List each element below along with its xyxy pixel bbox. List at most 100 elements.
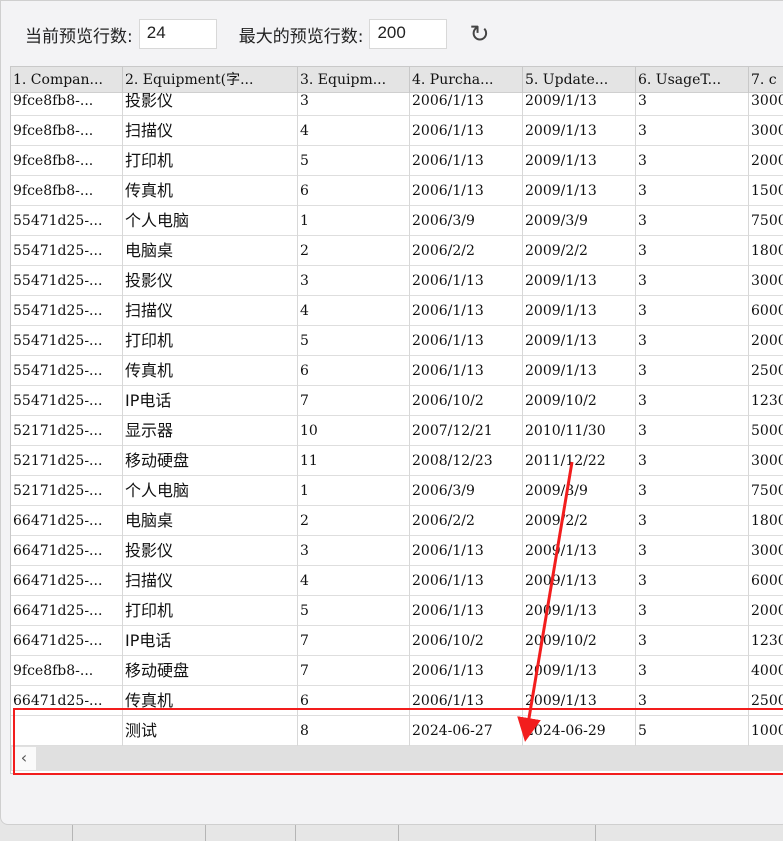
table-cell[interactable]: 2009/1/13 (523, 266, 636, 296)
table-row[interactable]: 9fce8fb8-...传真机62006/1/132009/1/1331500 (11, 176, 783, 206)
table-cell[interactable]: 5 (298, 596, 410, 626)
table-cell[interactable]: 电脑桌 (123, 236, 298, 266)
table-cell[interactable]: 9fce8fb8-... (11, 146, 123, 176)
table-cell[interactable]: 10 (298, 416, 410, 446)
table-cell[interactable]: 2006/1/13 (410, 566, 523, 596)
table-cell[interactable]: 52171d25-... (11, 476, 123, 506)
max-rows-input[interactable]: 200 (369, 19, 448, 49)
column-header[interactable]: 7. c (749, 67, 783, 93)
table-cell[interactable]: 55471d25-... (11, 356, 123, 386)
table-cell[interactable]: 2009/2/2 (523, 236, 636, 266)
table-cell[interactable]: 2006/1/13 (410, 356, 523, 386)
table-cell[interactable]: 投影仪 (123, 93, 298, 116)
table-cell[interactable]: 3 (636, 296, 749, 326)
table-cell[interactable]: 3000 (749, 266, 783, 296)
table-cell[interactable]: 3 (636, 116, 749, 146)
table-cell[interactable]: 9fce8fb8-... (11, 656, 123, 686)
table-cell[interactable]: 个人电脑 (123, 476, 298, 506)
table-row[interactable]: 9fce8fb8-...投影仪32006/1/132009/1/1333000 (11, 93, 783, 116)
table-cell[interactable]: 2006/1/13 (410, 146, 523, 176)
table-cell[interactable]: 2006/1/13 (410, 596, 523, 626)
table-cell[interactable]: 2009/1/13 (523, 536, 636, 566)
table-cell[interactable]: 3 (636, 596, 749, 626)
table-cell[interactable]: 2009/1/13 (523, 566, 636, 596)
table-cell[interactable]: 66471d25-... (11, 566, 123, 596)
table-cell[interactable]: 2009/1/13 (523, 356, 636, 386)
table-cell[interactable]: 1800 (749, 506, 783, 536)
column-header[interactable]: 3. Equipm... (298, 67, 410, 93)
table-cell[interactable]: 55471d25-... (11, 206, 123, 236)
table-cell[interactable]: 2 (298, 506, 410, 536)
table-cell[interactable]: 3 (636, 626, 749, 656)
table-cell[interactable]: 9fce8fb8-... (11, 176, 123, 206)
table-row[interactable]: 52171d25-...个人电脑12006/3/92009/3/937500 (11, 476, 783, 506)
table-cell[interactable]: 3000 (749, 93, 783, 116)
table-cell[interactable]: 3 (636, 506, 749, 536)
column-header[interactable]: 2. Equipment(字... (123, 67, 298, 93)
table-cell[interactable]: 2009/3/9 (523, 476, 636, 506)
table-cell[interactable]: 7 (298, 656, 410, 686)
table-cell[interactable]: 打印机 (123, 326, 298, 356)
table-cell[interactable]: 2009/3/9 (523, 206, 636, 236)
table-cell[interactable]: 1500 (749, 176, 783, 206)
table-cell[interactable]: 3 (636, 356, 749, 386)
table-cell[interactable]: 扫描仪 (123, 116, 298, 146)
table-cell[interactable]: 打印机 (123, 596, 298, 626)
table-cell[interactable]: 传真机 (123, 176, 298, 206)
table-cell[interactable]: 3 (636, 146, 749, 176)
table-cell[interactable]: 3 (636, 416, 749, 446)
table-cell[interactable]: 2009/10/2 (523, 626, 636, 656)
table-cell[interactable]: 2006/1/13 (410, 326, 523, 356)
table-cell[interactable]: 移动硬盘 (123, 446, 298, 476)
table-cell[interactable]: 显示器 (123, 416, 298, 446)
table-cell[interactable]: 66471d25-... (11, 626, 123, 656)
table-cell[interactable]: 个人电脑 (123, 206, 298, 236)
table-cell[interactable]: 3 (298, 93, 410, 116)
table-cell[interactable]: 52171d25-... (11, 446, 123, 476)
table-cell[interactable]: 2006/2/2 (410, 506, 523, 536)
table-cell[interactable]: 2006/1/13 (410, 93, 523, 116)
table-row[interactable]: 55471d25-...打印机52006/1/132009/1/1332000 (11, 326, 783, 356)
table-cell[interactable]: 投影仪 (123, 536, 298, 566)
table-cell[interactable]: 2000 (749, 146, 783, 176)
table-cell[interactable]: 2009/1/13 (523, 176, 636, 206)
table-cell[interactable]: 2006/1/13 (410, 176, 523, 206)
table-cell[interactable]: 55471d25-... (11, 326, 123, 356)
table-cell[interactable]: 2009/2/2 (523, 506, 636, 536)
table-cell[interactable]: 投影仪 (123, 266, 298, 296)
table-row[interactable]: 66471d25-...电脑桌22006/2/22009/2/231800 (11, 506, 783, 536)
table-cell[interactable]: 电脑桌 (123, 506, 298, 536)
table-cell[interactable]: 66471d25-... (11, 506, 123, 536)
table-cell[interactable]: 5000 (749, 416, 783, 446)
table-cell[interactable]: 2006/1/13 (410, 296, 523, 326)
table-cell[interactable]: 2009/1/13 (523, 116, 636, 146)
table-cell[interactable]: 11 (298, 446, 410, 476)
table-cell[interactable]: 7500 (749, 206, 783, 236)
table-row[interactable]: 52171d25-... 移动硬盘 11 2008/12/23 2011/12/22 3 3… (11, 446, 783, 476)
table-row[interactable]: 9fce8fb8-...移动硬盘72006/1/132009/1/1334000 (11, 656, 783, 686)
table-cell[interactable]: 移动硬盘 (123, 656, 298, 686)
table-cell[interactable]: 55471d25-... (11, 266, 123, 296)
table-row[interactable]: 55471d25-...IP电话72006/10/22009/10/231230 (11, 386, 783, 416)
table-cell[interactable]: 4000 (749, 656, 783, 686)
table-cell[interactable]: 2008/12/23 (410, 446, 523, 476)
table-cell[interactable]: 3 (636, 476, 749, 506)
table-cell[interactable]: 2009/10/2 (523, 386, 636, 416)
table-cell[interactable]: 6 (298, 176, 410, 206)
table-cell[interactable]: 打印机 (123, 146, 298, 176)
table-row[interactable]: 66471d25-...打印机52006/1/132009/1/1332000 (11, 596, 783, 626)
table-cell[interactable]: 4 (298, 116, 410, 146)
table-cell[interactable]: 4 (298, 296, 410, 326)
table-cell[interactable]: 2006/1/13 (410, 536, 523, 566)
table-cell[interactable]: 2011/12/22 (523, 446, 636, 476)
table-cell[interactable]: 66471d25-... (11, 536, 123, 566)
table-row[interactable]: 66471d25-...IP电话72006/10/22009/10/231230 (11, 626, 783, 656)
table-cell[interactable]: 2009/1/13 (523, 93, 636, 116)
column-header[interactable]: 4. Purcha... (410, 67, 523, 93)
table-cell[interactable]: 3 (636, 386, 749, 416)
table-cell[interactable]: 3000 (749, 446, 783, 476)
table-cell[interactable]: 1230 (749, 626, 783, 656)
table-cell[interactable]: 2009/1/13 (523, 326, 636, 356)
table-cell[interactable]: 传真机 (123, 356, 298, 386)
table-cell[interactable]: 66471d25-... (11, 596, 123, 626)
